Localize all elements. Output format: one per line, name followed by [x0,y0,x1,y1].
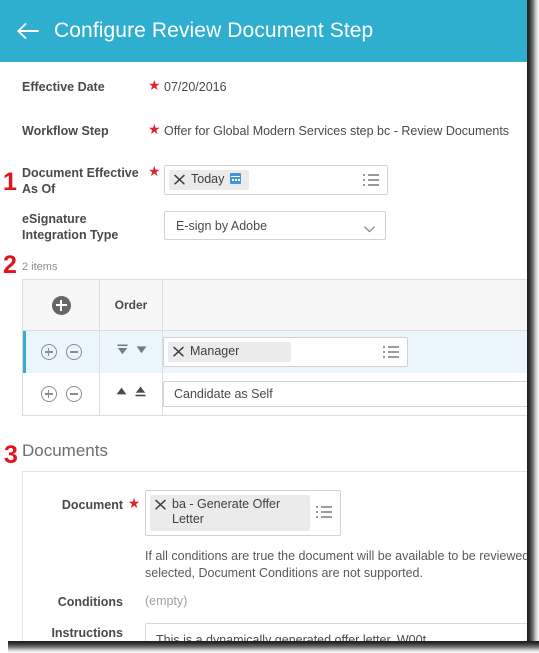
field-label: Conditions [57,595,123,609]
move-up-icon[interactable] [116,385,127,403]
table-row[interactable]: Candidate as Self [23,373,527,415]
field-value: Offer for Global Modern Services step bc… [164,124,510,138]
page-content: Effective Date ★ 07/20/2016 Workflow Ste… [0,79,527,641]
close-x-icon[interactable] [154,498,167,512]
row-order-cell [99,373,163,415]
field-instructions: Instructions This is a dynamically gener… [23,623,527,641]
required-indicator [123,623,145,629]
signature-group-input[interactable]: Candidate as Self [163,381,527,407]
required-indicator: ★ [148,122,161,138]
grid-item-count: 2 items [22,261,58,273]
grid-header-row: Order Signature Group [23,280,527,331]
required-indicator [123,594,145,600]
field-label: eSignature Integration Type [22,212,119,242]
field-document-effective-as-of: Document Effective As Of ★ Today [0,165,527,197]
callout-1: 1 [3,168,17,196]
field-esignature-integration-type: eSignature Integration Type E-sign by Ad… [0,211,527,243]
document-input[interactable]: ba - Generate Offer Letter [145,490,341,536]
field-label: Document Effective As Of [22,166,139,196]
row-signature-group-cell: Candidate as Self [162,373,527,415]
selected-value-pill[interactable]: Manager [168,342,291,362]
field-label: Workflow Step [22,124,109,138]
minus-circle-icon[interactable] [65,386,82,402]
pill-label: Manager [190,344,240,358]
field-effective-date: Effective Date ★ 07/20/2016 [0,79,527,107]
chevron-down-icon[interactable] [364,222,375,233]
page-title: Configure Review Document Step [54,19,374,42]
app-header: Configure Review Document Step [0,0,527,62]
callout-2: 2 [3,251,17,279]
close-x-icon[interactable] [172,345,185,359]
signature-group-grid: Order Signature Group [22,279,527,416]
close-x-icon[interactable] [173,173,186,187]
required-indicator: ★ [148,164,161,180]
move-to-bottom-icon[interactable] [116,343,129,361]
window-shadow-bottom [0,641,539,653]
back-arrow-icon[interactable] [13,16,43,46]
document-effective-as-of-input[interactable]: Today [164,165,388,195]
grid-header-actions [23,280,100,331]
move-down-icon[interactable] [136,343,147,361]
row-actions-cell [23,330,100,373]
pill-label: Today [191,172,225,186]
prompt-list-icon[interactable] [383,346,399,358]
documents-section-title: Documents [22,441,108,460]
window-shadow-right [527,0,539,645]
screenshot-root: Configure Review Document Step Effective… [0,0,539,653]
signature-group-input[interactable]: Manager [163,337,408,367]
field-document: Document ★ ba - Generate Offer Letter [23,490,527,536]
field-value: 07/20/2016 [164,80,227,94]
required-indicator: ★ [127,496,141,512]
row-actions-cell [23,373,100,415]
calendar-icon [230,173,242,184]
field-workflow-step: Workflow Step ★ Offer for Global Modern … [0,123,527,151]
field-label: Instructions [51,626,123,640]
conditions-value: (empty) [145,594,188,608]
move-to-top-icon[interactable] [134,385,147,403]
add-circle-icon[interactable] [51,295,71,315]
instructions-textarea[interactable]: This is a dynamically generated offer le… [145,623,527,641]
selected-value-pill[interactable]: Today [169,170,250,190]
grid-header-order[interactable]: Order [99,280,163,331]
field-conditions: Conditions (empty) [23,594,527,610]
selected-value-pill[interactable]: ba - Generate Offer Letter [150,495,310,531]
prompt-list-icon[interactable] [316,506,332,518]
esignature-integration-type-select[interactable]: E-sign by Adobe [164,211,386,240]
documents-panel: Document ★ ba - Generate Offer Letter If… [22,471,527,641]
plus-circle-icon[interactable] [40,386,57,402]
pill-label: ba - Generate Offer Letter [172,497,281,526]
grid-header-signature-group[interactable]: Signature Group [162,280,527,331]
page-viewport: Configure Review Document Step Effective… [0,0,527,641]
callout-3: 3 [4,441,18,469]
minus-circle-icon[interactable] [65,344,82,360]
prompt-list-icon[interactable] [363,174,379,186]
plus-circle-icon[interactable] [40,344,57,360]
row-signature-group-cell: Manager [162,330,527,373]
required-indicator: ★ [148,78,161,94]
field-label: Document [61,498,123,512]
field-label: Effective Date [22,80,105,94]
document-helper-text: If all conditions are true the document … [145,549,527,580]
table-row[interactable]: Manager [23,330,527,373]
row-order-cell [99,330,163,373]
select-value: E-sign by Adobe [176,218,268,233]
